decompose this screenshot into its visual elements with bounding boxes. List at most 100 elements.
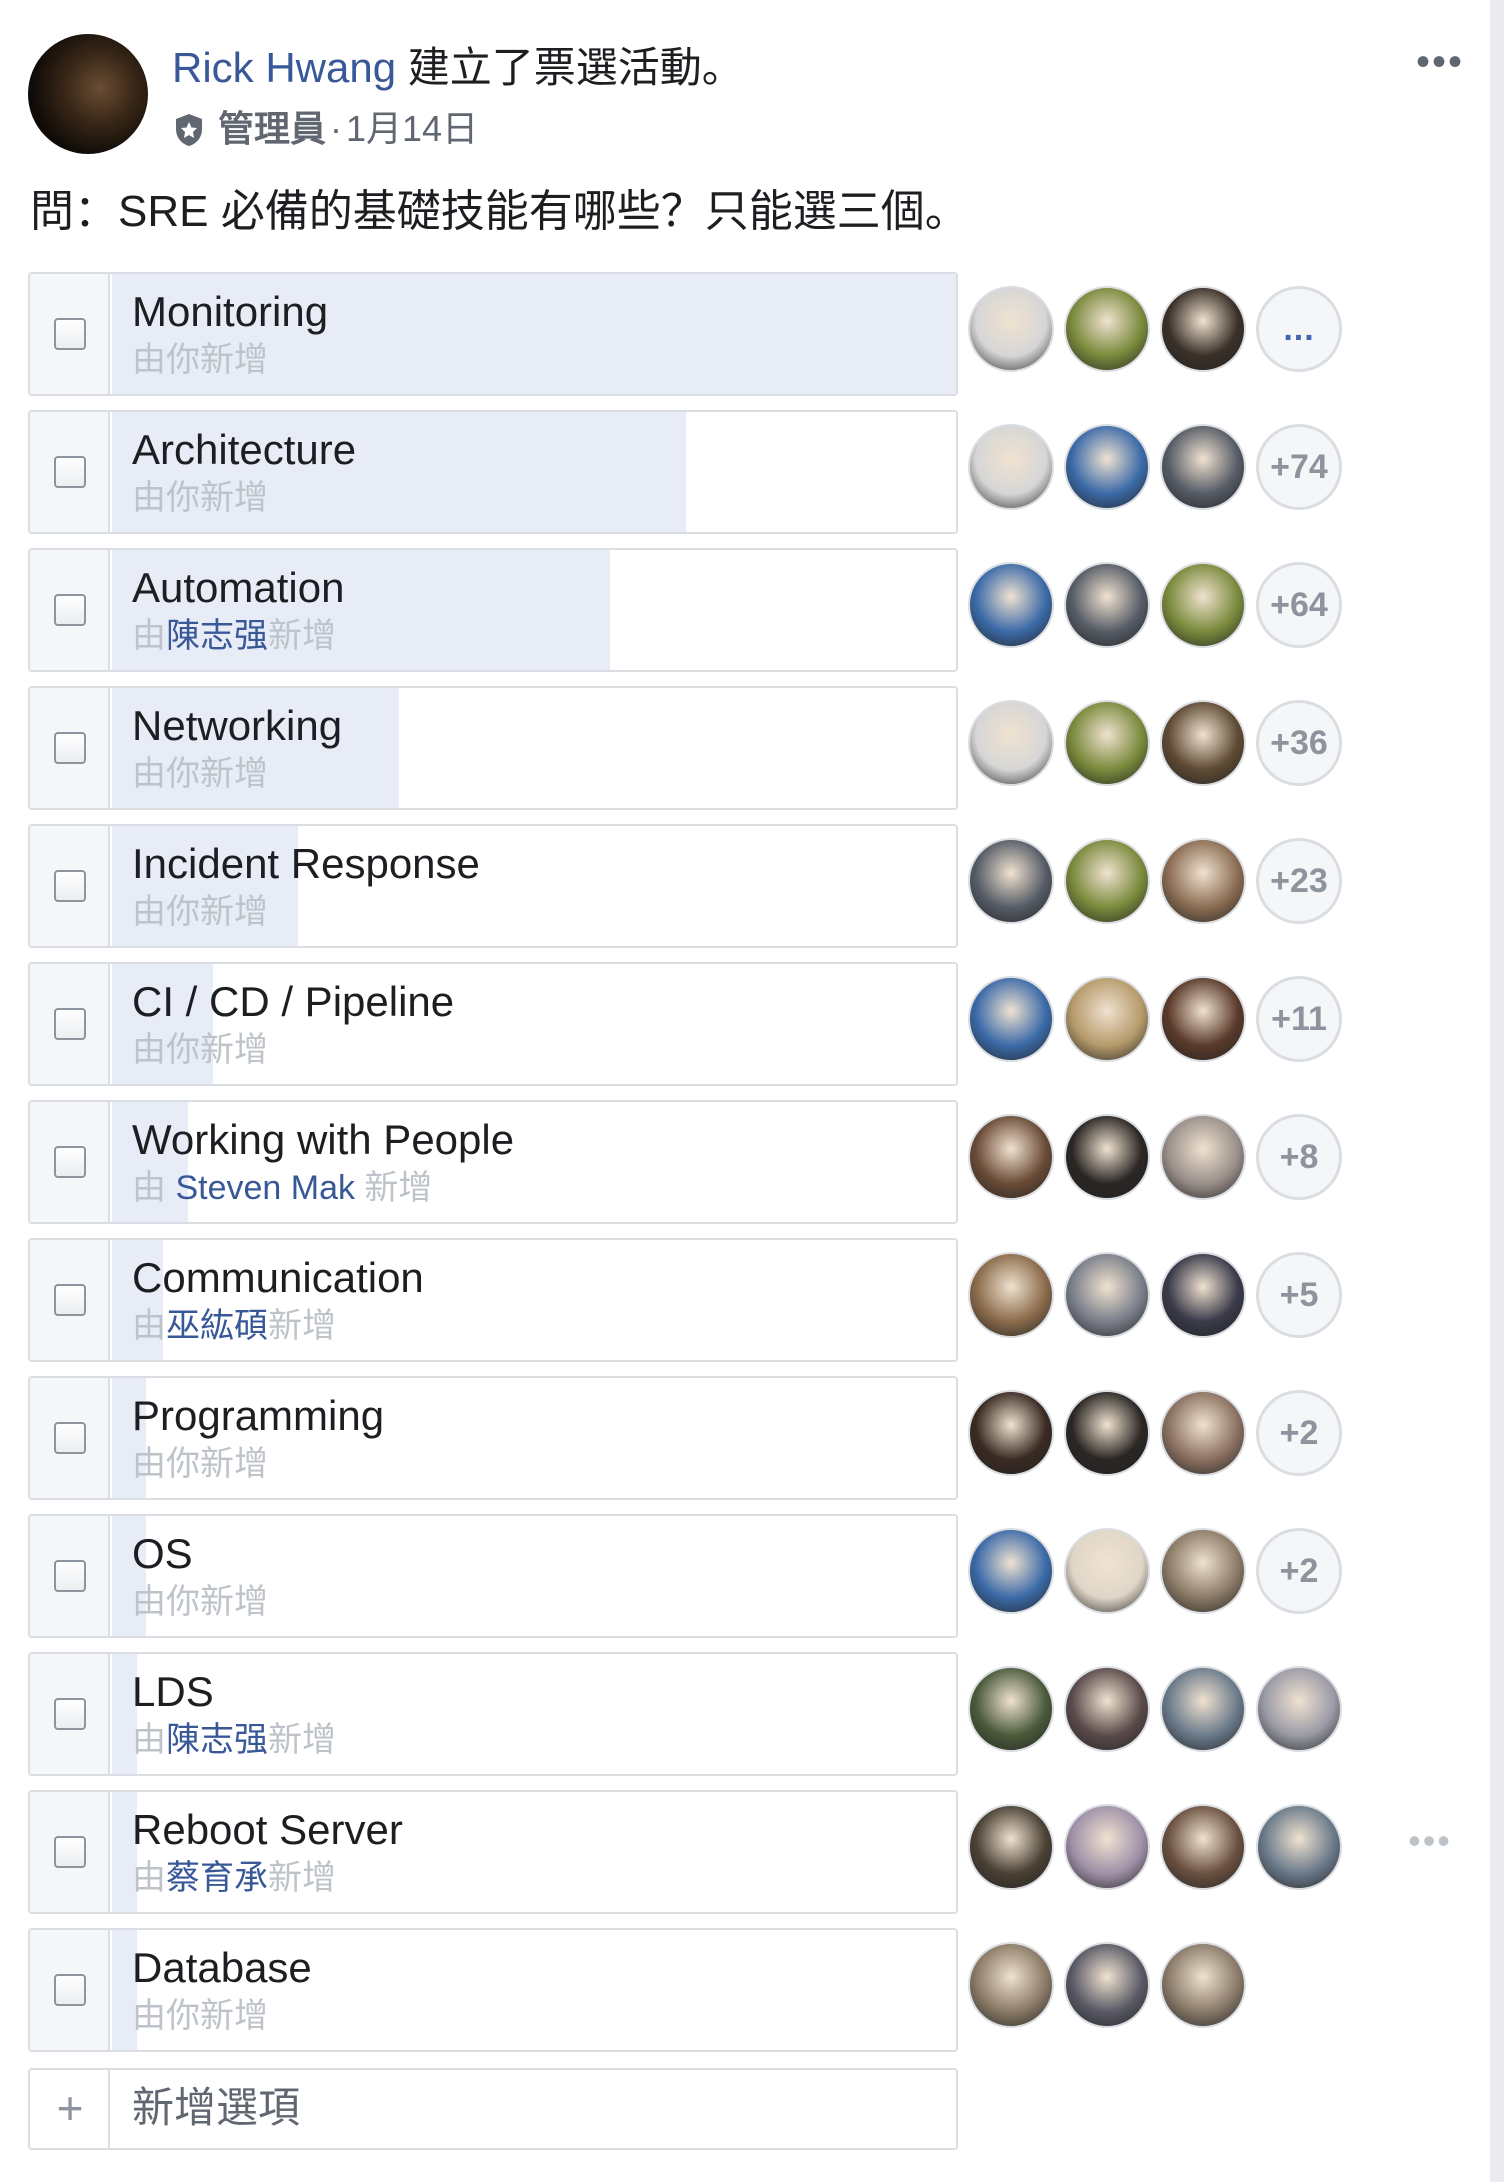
voter-avatar[interactable] xyxy=(1160,1114,1246,1200)
poll-option[interactable]: Incident Response 由你新增 xyxy=(28,824,958,948)
option-checkbox[interactable] xyxy=(54,1284,86,1316)
more-voters-count[interactable]: ... xyxy=(1256,286,1342,372)
poll-option[interactable]: Database 由你新增 xyxy=(28,1928,958,2052)
added-by-name[interactable]: 陳志强 xyxy=(166,617,268,655)
poll-option[interactable]: Working with People 由 Steven Mak 新增 xyxy=(28,1100,958,1224)
voter-avatar[interactable] xyxy=(1160,1942,1246,2028)
voter-avatar[interactable] xyxy=(1064,1666,1150,1752)
added-by-name[interactable]: Steven Mak xyxy=(175,1169,355,1207)
poll-option[interactable]: Architecture 由你新增 xyxy=(28,410,958,534)
poll-question: 問：SRE 必備的基礎技能有哪些？只能選三個。 xyxy=(30,187,969,236)
more-voters-count[interactable]: +36 xyxy=(1256,700,1342,786)
more-voters-count[interactable]: +23 xyxy=(1256,838,1342,924)
voter-avatar[interactable] xyxy=(968,1390,1054,1476)
voter-avatar[interactable] xyxy=(1064,562,1150,648)
voter-avatar[interactable] xyxy=(968,838,1054,924)
post-date[interactable]: 1月14日 xyxy=(346,106,478,152)
add-option-field[interactable]: + 新增選項 xyxy=(28,2068,958,2150)
option-checkbox[interactable] xyxy=(54,870,86,902)
added-by-prefix: 由 xyxy=(132,617,166,655)
voter-avatar[interactable] xyxy=(1256,1804,1342,1890)
added-by-name[interactable]: 巫紘碩 xyxy=(166,1307,268,1345)
poll-option[interactable]: Networking 由你新增 xyxy=(28,686,958,810)
voter-avatar[interactable] xyxy=(1064,424,1150,510)
voter-avatar[interactable] xyxy=(1160,976,1246,1062)
voter-avatar[interactable] xyxy=(1160,1804,1246,1890)
voter-avatar[interactable] xyxy=(1160,286,1246,372)
voter-avatar[interactable] xyxy=(968,1804,1054,1890)
option-label: Communication xyxy=(132,1254,424,1301)
more-horizontal-icon[interactable]: ••• xyxy=(1400,1820,1460,1861)
voter-avatar[interactable] xyxy=(1064,1942,1150,2028)
voter-avatar[interactable] xyxy=(968,1252,1054,1338)
more-voters-count[interactable]: +11 xyxy=(1256,976,1342,1062)
added-by-name[interactable]: 蔡育承 xyxy=(166,1859,268,1897)
voter-avatar[interactable] xyxy=(1064,838,1150,924)
poll-option-row: Working with People 由 Steven Mak 新增 +8 xyxy=(28,1100,1468,1238)
more-voters-count[interactable]: +74 xyxy=(1256,424,1342,510)
author-avatar[interactable] xyxy=(28,34,148,154)
voter-avatar[interactable] xyxy=(1064,1528,1150,1614)
option-checkbox[interactable] xyxy=(54,1974,86,2006)
voter-avatar[interactable] xyxy=(1160,838,1246,924)
more-horizontal-icon[interactable]: ••• xyxy=(1412,42,1468,82)
voter-avatar[interactable] xyxy=(968,424,1054,510)
poll-option[interactable]: Programming 由你新增 xyxy=(28,1376,958,1500)
poll-option[interactable]: Automation 由陳志强新增 xyxy=(28,548,958,672)
more-voters-count[interactable]: +5 xyxy=(1256,1252,1342,1338)
author-role: 管理員 xyxy=(218,108,327,149)
voter-avatar[interactable] xyxy=(1160,1252,1246,1338)
poll-option-row: OS 由你新增 +2 xyxy=(28,1514,1468,1652)
option-checkbox[interactable] xyxy=(54,594,86,626)
poll-option[interactable]: CI / CD / Pipeline 由你新增 xyxy=(28,962,958,1086)
more-voters-count[interactable]: +8 xyxy=(1256,1114,1342,1200)
more-voters-count[interactable]: +2 xyxy=(1256,1390,1342,1476)
voter-avatar[interactable] xyxy=(968,562,1054,648)
voter-avatar[interactable] xyxy=(968,1666,1054,1752)
voter-avatar[interactable] xyxy=(1160,424,1246,510)
voter-avatar[interactable] xyxy=(1160,1390,1246,1476)
option-added-by: 由你新增 xyxy=(132,752,268,796)
voter-avatars: +64 xyxy=(968,562,1342,654)
option-checkbox[interactable] xyxy=(54,318,86,350)
voter-avatar[interactable] xyxy=(968,1114,1054,1200)
poll-option[interactable]: Monitoring 由你新增 xyxy=(28,272,958,396)
voter-avatar[interactable] xyxy=(1064,1804,1150,1890)
voter-avatar[interactable] xyxy=(1256,1666,1342,1752)
voter-avatar[interactable] xyxy=(1160,700,1246,786)
poll-option[interactable]: OS 由你新增 xyxy=(28,1514,958,1638)
option-checkbox[interactable] xyxy=(54,732,86,764)
more-voters-count[interactable]: +2 xyxy=(1256,1528,1342,1614)
poll-option[interactable]: Reboot Server 由蔡育承新增 xyxy=(28,1790,958,1914)
voter-avatar[interactable] xyxy=(1064,286,1150,372)
voter-avatar[interactable] xyxy=(1160,1528,1246,1614)
poll-option-row: Database 由你新增 xyxy=(28,1928,1468,2066)
option-checkbox[interactable] xyxy=(54,1560,86,1592)
poll-option[interactable]: LDS 由陳志强新增 xyxy=(28,1652,958,1776)
author-name[interactable]: Rick Hwang xyxy=(172,44,396,91)
voter-avatar[interactable] xyxy=(1064,700,1150,786)
more-voters-count[interactable]: +64 xyxy=(1256,562,1342,648)
added-by-prefix: 由 xyxy=(132,1307,166,1345)
voter-avatar[interactable] xyxy=(1064,1114,1150,1200)
option-label: Architecture xyxy=(132,426,357,473)
voter-avatar[interactable] xyxy=(1160,1666,1246,1752)
voter-avatar[interactable] xyxy=(968,286,1054,372)
voter-avatar[interactable] xyxy=(1064,1252,1150,1338)
option-checkbox[interactable] xyxy=(54,456,86,488)
voter-avatar[interactable] xyxy=(1160,562,1246,648)
voter-avatar[interactable] xyxy=(968,976,1054,1062)
voter-avatar[interactable] xyxy=(1064,976,1150,1062)
option-checkbox[interactable] xyxy=(54,1836,86,1868)
option-checkbox[interactable] xyxy=(54,1008,86,1040)
option-checkbox-area xyxy=(30,412,110,532)
option-checkbox[interactable] xyxy=(54,1146,86,1178)
added-by-name[interactable]: 陳志强 xyxy=(166,1721,268,1759)
option-checkbox[interactable] xyxy=(54,1698,86,1730)
poll-option[interactable]: Communication 由巫紘碩新增 xyxy=(28,1238,958,1362)
voter-avatar[interactable] xyxy=(1064,1390,1150,1476)
option-checkbox[interactable] xyxy=(54,1422,86,1454)
voter-avatar[interactable] xyxy=(968,1528,1054,1614)
voter-avatar[interactable] xyxy=(968,700,1054,786)
voter-avatar[interactable] xyxy=(968,1942,1054,2028)
